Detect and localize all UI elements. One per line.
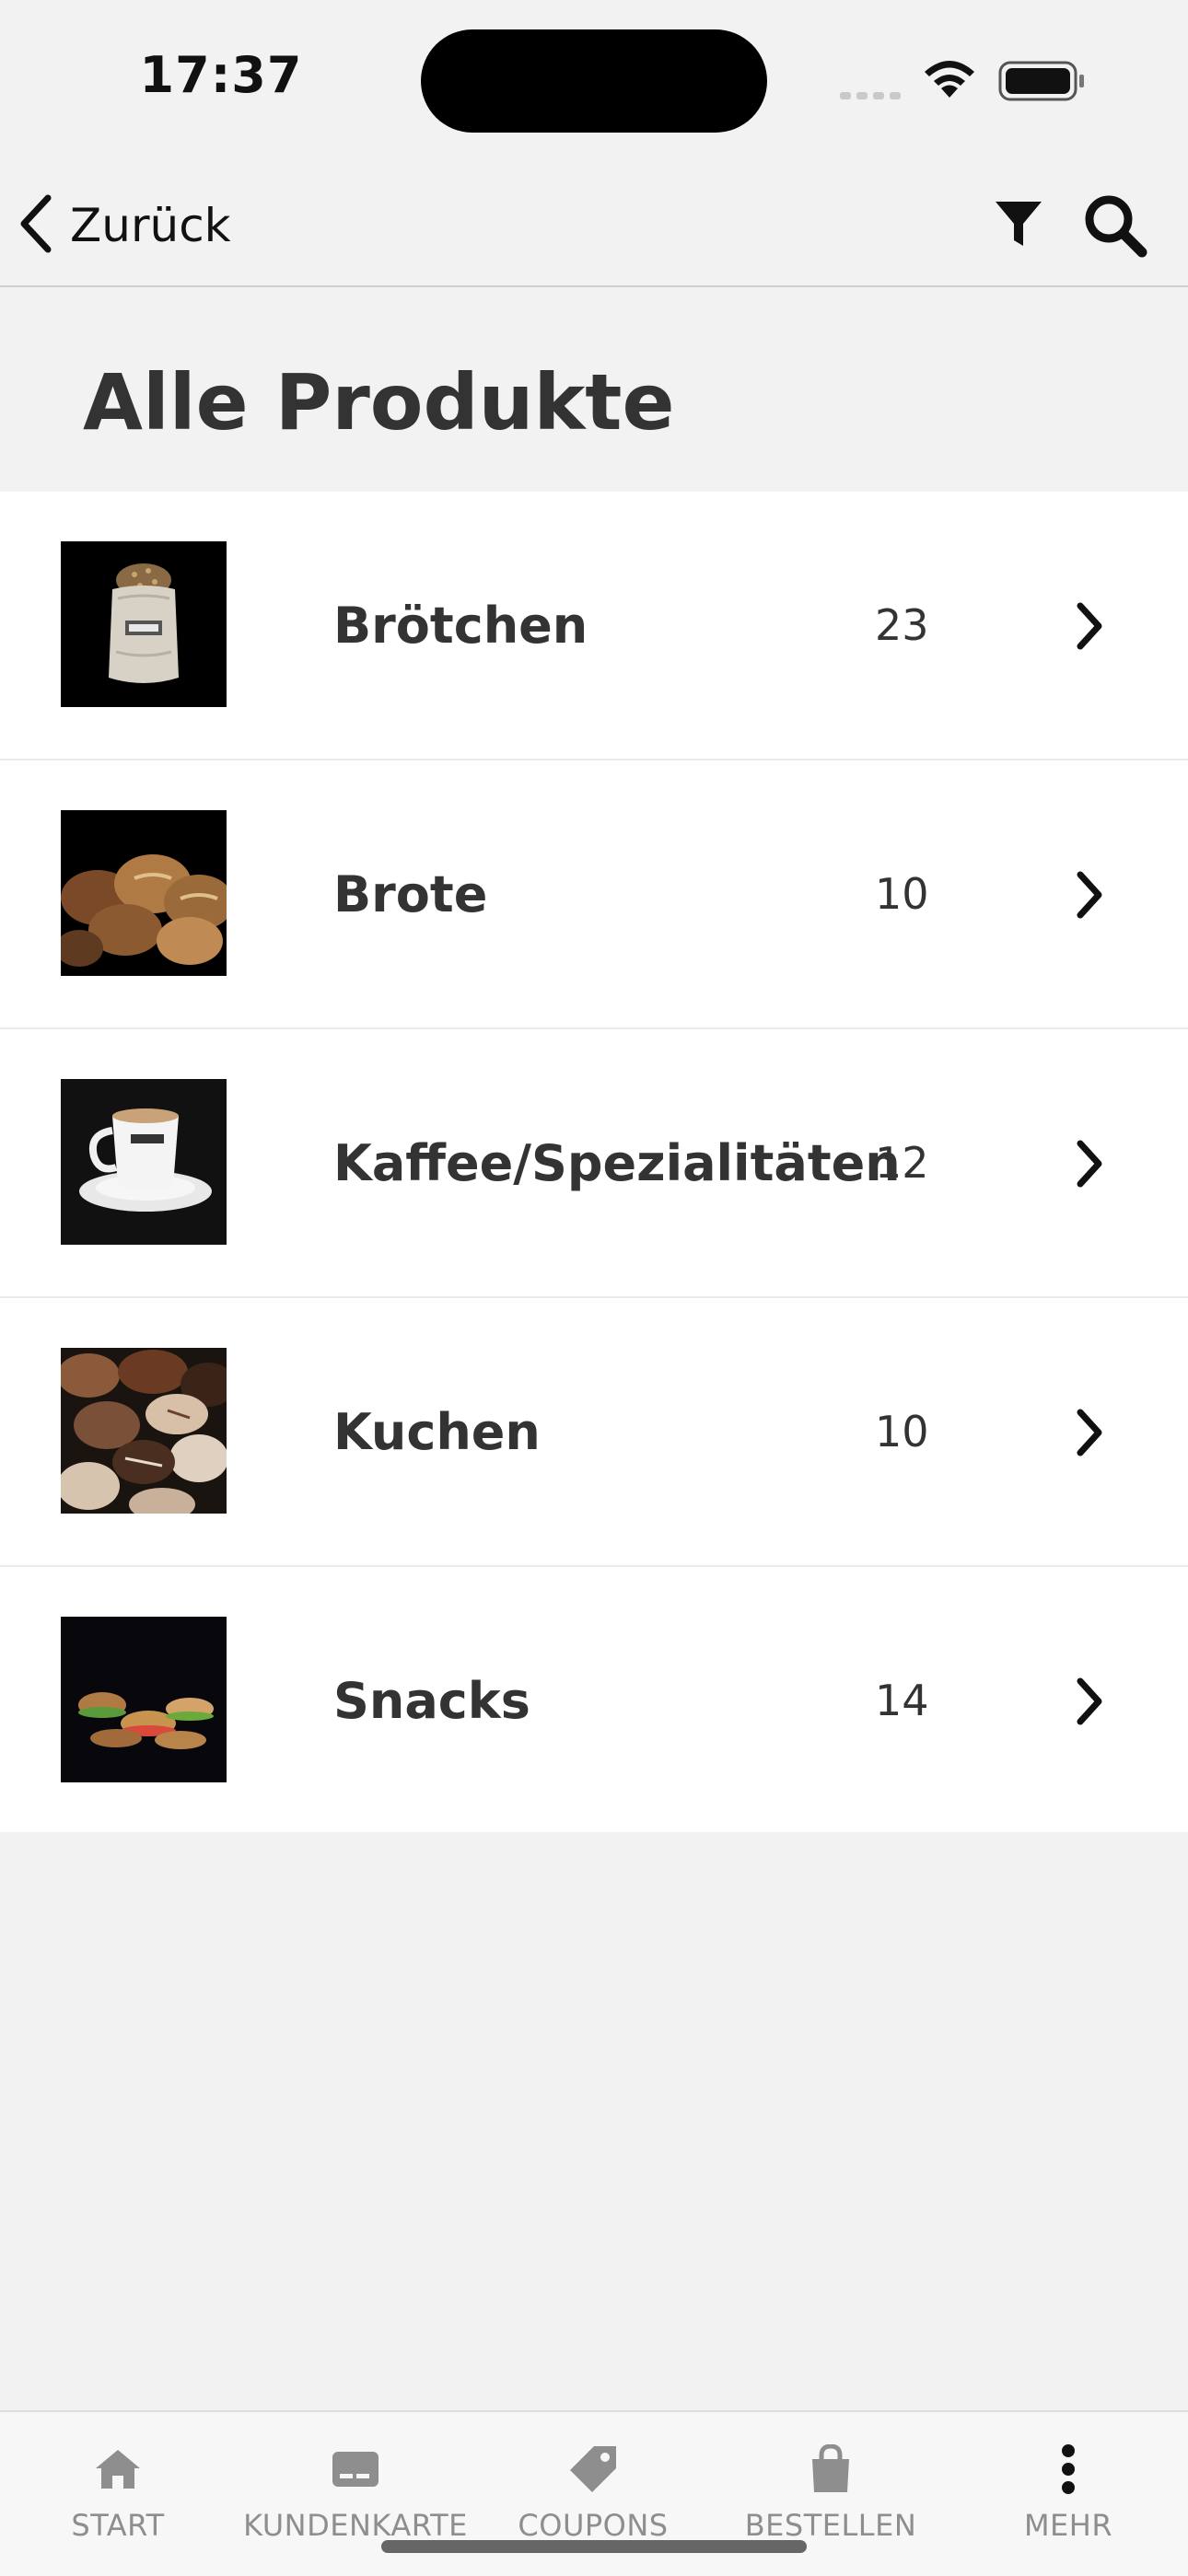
- bread-loaves-photo: [61, 810, 227, 976]
- chevron-right-icon: [1073, 1676, 1106, 1731]
- tab-kundenkarte[interactable]: KUNDENKARTE: [240, 2443, 471, 2543]
- pastries-photo: [61, 1348, 227, 1514]
- card-icon: [331, 2443, 380, 2495]
- status-time: 17:37: [139, 46, 303, 104]
- tab-label: MEHR: [1023, 2508, 1113, 2543]
- list-item[interactable]: Brote 10: [0, 760, 1188, 1029]
- category-name: Brötchen: [333, 596, 588, 655]
- chevron-right-icon: [1073, 1407, 1106, 1462]
- category-count: 12: [875, 1138, 929, 1188]
- battery-icon: [998, 61, 1087, 105]
- chevron-right-icon: [1073, 600, 1106, 656]
- wifi-icon: [921, 57, 978, 103]
- tag-icon: [568, 2443, 618, 2495]
- tab-label: KUNDENKARTE: [243, 2508, 468, 2543]
- chevron-left-icon: [18, 194, 55, 257]
- tab-start[interactable]: START: [3, 2443, 233, 2543]
- sandwiches-photo: [61, 1617, 227, 1782]
- cellular-signal-icon: [840, 86, 906, 103]
- category-count: 23: [875, 600, 929, 650]
- tab-label: BESTELLEN: [744, 2508, 917, 2543]
- category-name: Brote: [333, 864, 488, 923]
- page-title: Alle Produkte: [83, 357, 675, 447]
- back-button[interactable]: Zurück: [18, 193, 231, 258]
- navigation-bar: Zurück: [0, 157, 1188, 287]
- home-icon: [94, 2443, 142, 2495]
- category-list: Brötchen 23 Brote 10 Kaffee/Spezialitäte…: [0, 492, 1188, 1832]
- chevron-right-icon: [1073, 1138, 1106, 1193]
- list-item[interactable]: Snacks 14: [0, 1567, 1188, 1832]
- tab-bestellen[interactable]: BESTELLEN: [716, 2443, 946, 2543]
- home-indicator: [381, 2540, 807, 2553]
- list-item[interactable]: Brötchen 23: [0, 492, 1188, 760]
- tab-label: START: [71, 2508, 165, 2543]
- category-name: Kaffee/Spezialitäten: [333, 1133, 901, 1192]
- list-item[interactable]: Kaffee/Spezialitäten 12: [0, 1029, 1188, 1298]
- bread-rolls-bag-photo: [61, 541, 227, 707]
- category-count: 10: [875, 869, 929, 919]
- filter-icon: [993, 202, 1044, 253]
- bag-icon: [809, 2443, 853, 2495]
- coffee-cup-photo: [61, 1079, 227, 1245]
- list-item[interactable]: Kuchen 10: [0, 1298, 1188, 1567]
- category-name: Kuchen: [333, 1402, 541, 1461]
- tab-label: COUPONS: [518, 2508, 669, 2543]
- tab-coupons[interactable]: COUPONS: [478, 2443, 708, 2543]
- filter-button[interactable]: [993, 198, 1048, 253]
- category-name: Snacks: [333, 1671, 530, 1730]
- search-icon: [1083, 195, 1147, 261]
- chevron-right-icon: [1073, 869, 1106, 924]
- back-label: Zurück: [70, 199, 231, 252]
- category-count: 14: [875, 1676, 929, 1725]
- more-vertical-icon: [1059, 2443, 1077, 2495]
- category-count: 10: [875, 1407, 929, 1456]
- tab-mehr[interactable]: MEHR: [953, 2443, 1183, 2543]
- dynamic-island: [421, 29, 767, 133]
- search-button[interactable]: [1083, 193, 1147, 258]
